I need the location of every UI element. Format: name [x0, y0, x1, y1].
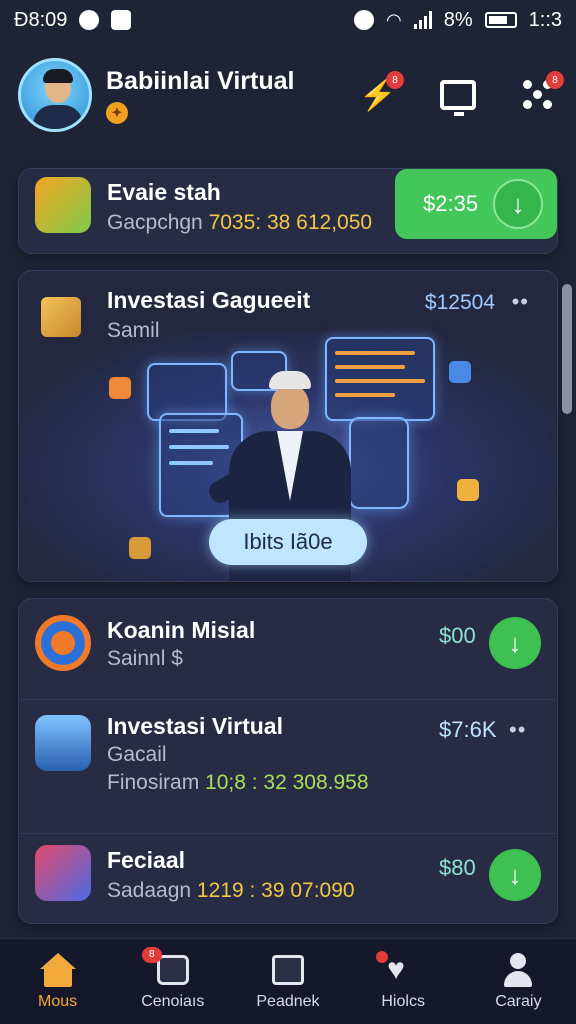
notification-badge: 8: [386, 71, 404, 89]
nav-item-favorites[interactable]: ♥ Hiolcs: [348, 950, 458, 1011]
nav-label: Peadnek: [256, 992, 320, 1010]
avatar[interactable]: [18, 58, 92, 132]
item-subtitle: Sadaagn 1219 : 39 07:090: [107, 879, 355, 903]
signal-icon: [413, 11, 432, 29]
nav-item-profile[interactable]: Caraiy: [463, 952, 573, 1011]
chip-icon: [109, 377, 131, 399]
chip-icon: [129, 537, 151, 559]
subtitle-number: 1219 : 39 07:090: [196, 879, 355, 902]
divider: [19, 833, 557, 834]
status-time: Ð8:09: [14, 8, 68, 31]
hero-title: Investasi Gagueeit: [107, 287, 311, 313]
item-detail: Finosiram 10;8 : 32 308.958: [107, 771, 369, 795]
hero-action-button[interactable]: Ibits Iã0e: [209, 519, 367, 565]
screen-button[interactable]: [438, 75, 478, 116]
more-icon[interactable]: ••: [512, 289, 529, 315]
home-icon: [39, 952, 76, 987]
wifi-icon: ◠: [386, 9, 402, 30]
alarm-icon: [354, 10, 375, 30]
notification-dot: [376, 950, 389, 963]
nav-item-wallet[interactable]: 8 Cenoiaıs: [118, 946, 228, 1011]
hero-subtitle: Samil: [107, 319, 160, 342]
check-circle-icon: [35, 615, 91, 671]
location-icon: [79, 10, 100, 30]
item-price: $7:6K: [439, 717, 497, 742]
item-subtitle: Gacail: [107, 743, 167, 766]
bottom-nav: Mous 8 Cenoiaıs Peadnek ♥ Hiolcs Caraiy: [0, 938, 576, 1024]
nav-label: Hiolcs: [381, 992, 425, 1010]
hero-price: $12504: [424, 291, 495, 314]
app-icon: [35, 177, 91, 233]
item-subtitle: Gacpchgn 7035: 38 612,050: [107, 211, 372, 235]
download-icon[interactable]: ↓: [489, 617, 541, 669]
subtitle-prefix: Sadaagn: [107, 879, 197, 902]
more-icon[interactable]: ••: [509, 717, 526, 743]
boost-button[interactable]: ⚡ 8: [358, 71, 404, 115]
chip-icon: [457, 479, 479, 501]
item-title: Koanin Misial: [107, 617, 256, 643]
share-icon: [35, 845, 91, 901]
download-price-button[interactable]: $2:35 ↓: [395, 169, 557, 239]
detail-prefix: Finosiram: [107, 771, 206, 794]
app-list-card: Koanin Misial Sainnl $ $00 ↓ Investasi V…: [18, 598, 558, 924]
item-price: $00: [439, 623, 476, 648]
menu-button[interactable]: 8: [518, 71, 564, 115]
subtitle-prefix: Gacpchgn: [107, 211, 209, 234]
status-bar: Ð8:09 ◠ 8% 1::3: [0, 0, 576, 40]
nav-label: Mous: [38, 992, 78, 1010]
level-badge-icon: ✦: [106, 101, 128, 124]
box-icon: [41, 297, 81, 337]
tools-icon: [270, 953, 306, 987]
page-title: Babiinlai Virtual: [106, 66, 295, 95]
item-title: Investasi Virtual: [107, 713, 283, 739]
download-icon: ↓: [493, 179, 543, 229]
item-title: Evaie stah: [107, 179, 221, 205]
price-label: $2:35: [423, 191, 479, 216]
battery-percent: 8%: [443, 8, 473, 31]
header-text: Babiinlai Virtual ✦: [106, 67, 358, 124]
battery-icon: [484, 12, 517, 28]
item-title: Feciaal: [107, 847, 185, 873]
nav-label: Caraiy: [495, 992, 542, 1010]
chip-icon: [449, 361, 471, 383]
heart-icon: ♥: [387, 952, 405, 986]
detail-number: 10;8 : 32 308.958: [205, 771, 369, 794]
nav-badge: 8: [141, 946, 162, 963]
download-icon[interactable]: ↓: [489, 849, 541, 901]
hero-card[interactable]: Investasi Gagueeit Samil $12504 •• Ibits…: [18, 270, 558, 582]
header: Babiinlai Virtual ✦ ⚡ 8 8: [0, 50, 576, 140]
nav-item-tools[interactable]: Peadnek: [233, 953, 343, 1011]
nav-label: Cenoiaıs: [141, 992, 205, 1010]
scrollbar[interactable]: [562, 284, 572, 414]
top-item-card[interactable]: Evaie stah Gacpchgn 7035: 38 612,050 $2:…: [18, 168, 558, 254]
status-right-time: 1::3: [528, 8, 562, 31]
camera-icon: [111, 10, 132, 30]
item-price: $80: [439, 855, 476, 880]
status-left: Ð8:09: [14, 8, 132, 32]
profile-icon: [35, 715, 91, 771]
monitor-icon: [440, 80, 476, 116]
divider: [19, 699, 557, 700]
subtitle-number: 7035: 38 612,050: [208, 211, 373, 234]
status-right: ◠ 8% 1::3: [354, 9, 562, 32]
header-actions: ⚡ 8 8: [358, 71, 564, 116]
user-icon: [500, 952, 536, 987]
nav-item-home[interactable]: Mous: [3, 952, 113, 1011]
notification-badge: 8: [546, 71, 564, 89]
item-subtitle: Sainnl $: [107, 647, 183, 670]
